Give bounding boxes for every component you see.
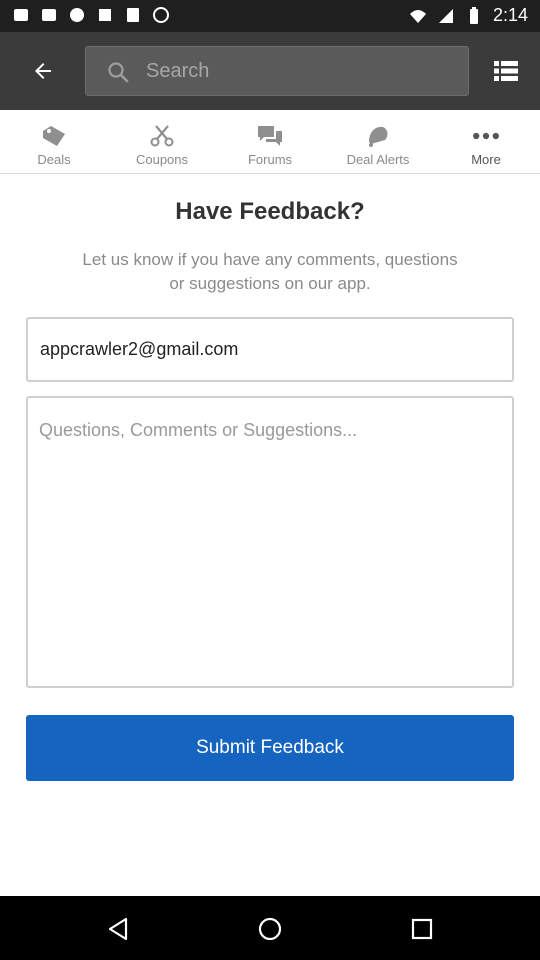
notification-icon — [99, 9, 111, 21]
tab-label: Deal Alerts — [346, 152, 410, 167]
square-recents-icon — [411, 918, 433, 940]
circle-home-icon — [258, 917, 282, 941]
tab-coupons[interactable]: Coupons — [108, 110, 216, 174]
tag-icon — [40, 124, 68, 148]
nav-recents-button[interactable] — [405, 912, 439, 946]
tab-label: More — [471, 152, 501, 167]
status-notifications — [12, 6, 170, 24]
submit-feedback-button[interactable]: Submit Feedback — [26, 715, 514, 781]
nav-home-button[interactable] — [253, 912, 287, 946]
arrow-left-icon — [35, 63, 51, 79]
search-icon — [108, 62, 129, 83]
tab-deals[interactable]: Deals — [0, 110, 108, 174]
status-bar: 2:14 — [0, 0, 540, 32]
search-input[interactable] — [146, 47, 462, 95]
tab-label: Coupons — [135, 152, 189, 167]
chat-bubbles-icon — [256, 124, 284, 148]
back-button[interactable] — [20, 50, 66, 92]
notification-icon — [42, 9, 56, 21]
status-indicators: 2:14 — [409, 5, 528, 26]
tab-bar: Deals Coupons Forums Deal Alerts More — [0, 110, 540, 174]
wifi-icon — [409, 9, 426, 23]
nav-back-button[interactable] — [101, 912, 135, 946]
comments-input[interactable] — [26, 396, 514, 688]
more-dots-icon — [472, 124, 500, 148]
notification-icon — [70, 8, 84, 22]
tab-more[interactable]: More — [432, 110, 540, 174]
page-title: Have Feedback? — [175, 198, 365, 225]
notification-icon — [127, 8, 139, 22]
navigation-bar — [0, 896, 540, 960]
triangle-back-icon — [108, 917, 128, 941]
tab-label: Deals — [37, 152, 71, 167]
list-menu-icon — [494, 61, 518, 81]
menu-button[interactable] — [486, 50, 526, 92]
search-box[interactable] — [85, 46, 469, 96]
notification-icon — [14, 9, 28, 21]
page-subtitle: Let us know if you have any comments, qu… — [82, 250, 458, 293]
tab-label: Forums — [247, 152, 293, 167]
notification-icon — [153, 7, 169, 23]
email-field[interactable]: appcrawler2@gmail.com — [26, 317, 514, 382]
email-value: appcrawler2@gmail.com — [40, 339, 239, 359]
scissors-icon — [148, 124, 176, 148]
status-time: 2:14 — [492, 5, 528, 25]
battery-icon — [469, 6, 478, 24]
signal-icon — [438, 8, 453, 23]
tab-forums[interactable]: Forums — [216, 110, 324, 174]
app-bar — [0, 32, 540, 110]
tab-deal-alerts[interactable]: Deal Alerts — [324, 110, 432, 174]
bell-icon — [364, 124, 392, 148]
